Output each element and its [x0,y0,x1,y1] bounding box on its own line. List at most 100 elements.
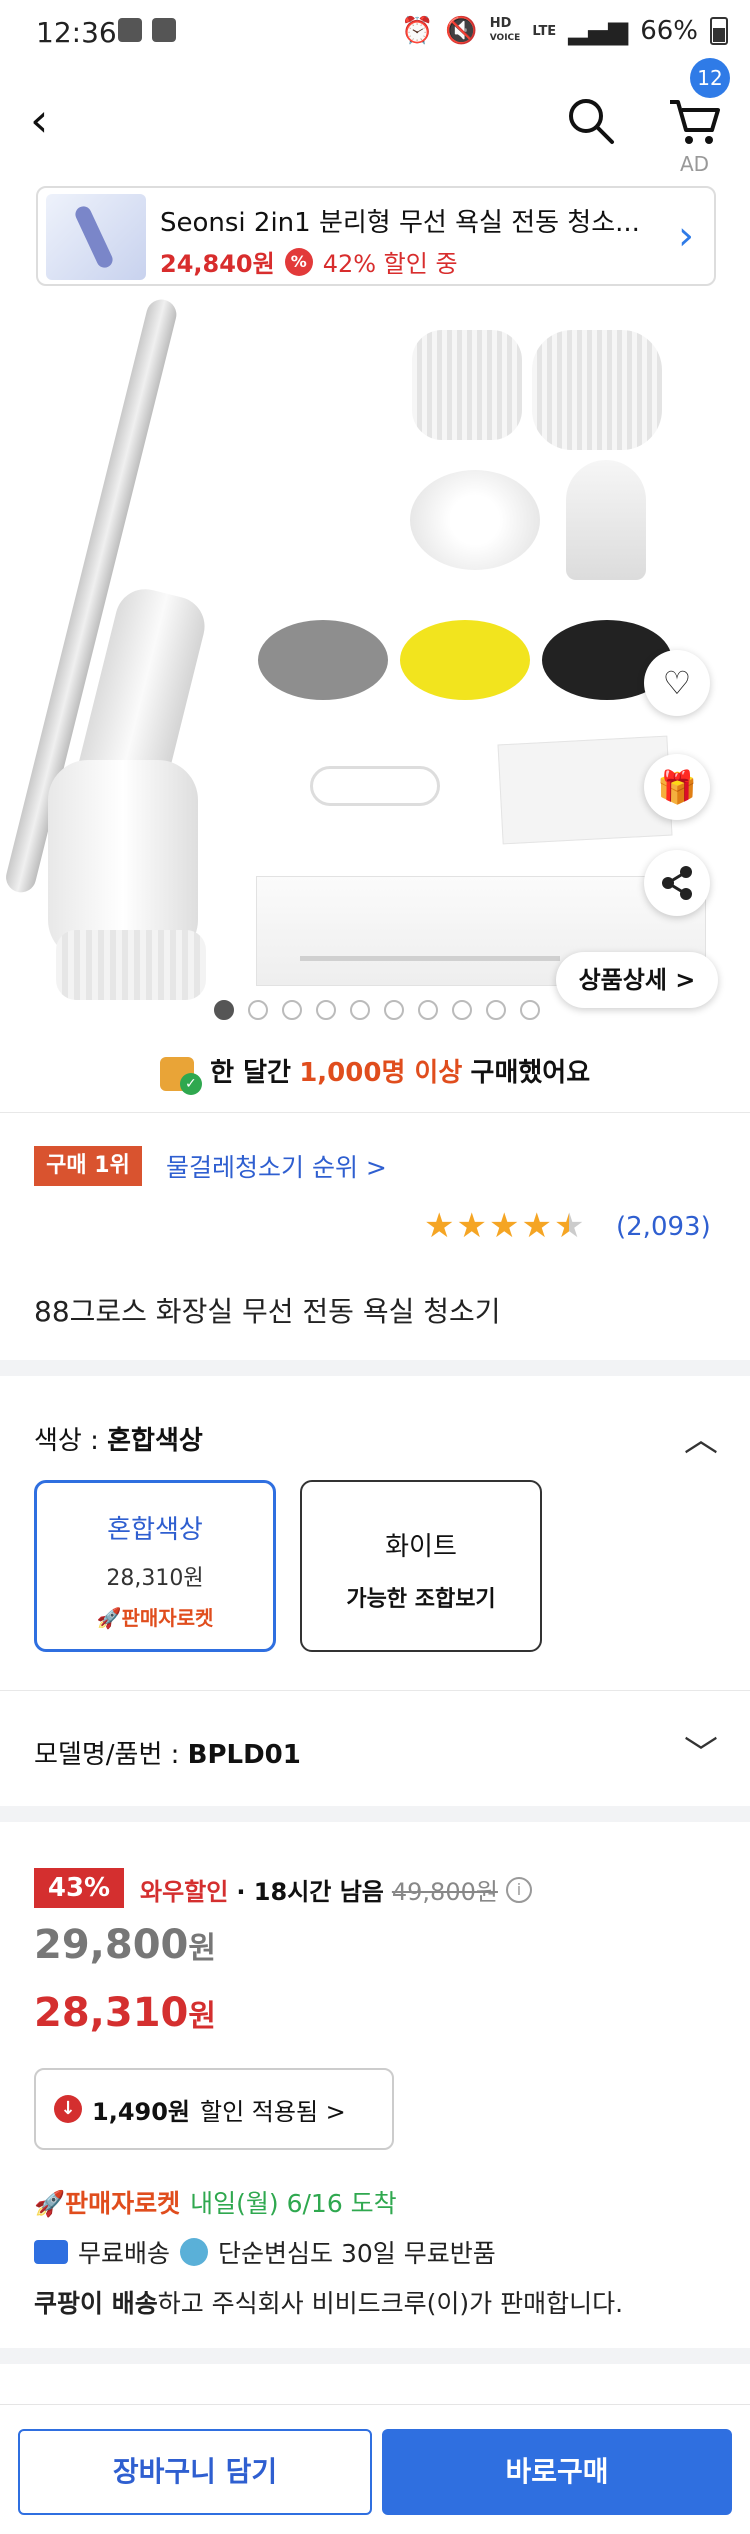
pagination-dot[interactable] [520,1000,540,1020]
search-icon[interactable] [564,94,618,148]
divider [0,1690,750,1691]
color-option-header[interactable]: 색상 : 혼합색상 [34,1420,203,1457]
back-chevron-icon[interactable]: ‹ [30,92,74,148]
pagination-dot[interactable] [452,1000,472,1020]
arrival-date: 내일(월) 6/16 도착 [190,2189,397,2218]
discount-percent-icon: % [284,247,313,276]
review-count[interactable]: (2,093) [616,1212,711,1242]
accessory-extension-rod [300,956,560,961]
model-label: 모델명/품번 : [34,1740,180,1770]
category-rank-link[interactable]: 물걸레청소기 순위 > [166,1148,387,1184]
buy-now-button[interactable]: 바로구매 [382,2429,732,2515]
section-divider [0,2348,750,2364]
option-price: 28,310원 [106,1566,204,1591]
star-icon: ★ [424,1206,455,1246]
app-notification-icon [152,18,176,42]
pagination-dot[interactable] [486,1000,506,1020]
return-icon [180,2238,209,2266]
accessory-brush-dome [532,330,662,450]
coupon-amount: 1,490원 [92,2097,190,2126]
section-divider [0,1360,750,1376]
option-name: 화이트 [385,1532,457,1562]
rating-stars[interactable]: ★ ★ ★ ★ ★ [424,1206,584,1246]
ad-product-image [46,194,146,280]
final-price-unit: 원 [188,1999,216,2034]
pagination-dot[interactable] [418,1000,438,1020]
pagination-dot[interactable] [316,1000,336,1020]
option-name: 혼합색상 [107,1515,203,1545]
accessory-brush-cone [566,460,646,580]
product-detail-button[interactable]: 상품상세 > [556,952,718,1008]
lte-icon: LTE [532,23,557,39]
accessory-pad-gray [258,620,388,700]
seller-rocket-label: 🚀판매자로켓 [34,2189,181,2218]
chevron-down-icon[interactable]: ﹀ [684,1726,718,1775]
option-card-mixed[interactable]: 혼합색상 28,310원 🚀판매자로켓 [34,1480,276,1652]
buyers-notice: 한 달간 1,000명 이상 구매했어요 [0,1052,750,1095]
top-header: ‹ [0,70,750,170]
status-bar: 12:36 ⏰ 🔇 HD VOICE LTE ▂▄▆ 66% [0,0,750,70]
seller-rest: 하고 주식회사 비비드크루(이)가 판매합니다. [157,2289,624,2318]
final-price: 28,310원 [34,1990,216,2036]
ad-title: Seonsi 2in1 분리형 무선 욕실 전동 청소... [160,208,640,238]
accessory-brush-flat [412,330,522,440]
status-right: ⏰ 🔇 HD VOICE LTE ▂▄▆ 66% [401,16,728,46]
ad-label: AD [680,152,710,176]
star-icon: ★ [521,1206,552,1246]
share-icon[interactable] [644,850,710,916]
gallery-pagination [214,1000,540,1020]
info-icon[interactable]: i [505,1876,532,1903]
sale-price: 29,800원 [34,1922,216,1968]
battery-percent: 66% [640,16,698,46]
wow-discount-row: 와우할인 · 18시간 남음 49,800원 i [140,1872,532,1907]
notification-icons [118,18,176,42]
coupon-down-arrow-icon: ↓ [54,2095,82,2123]
option-card-white[interactable]: 화이트 가능한 조합보기 [300,1480,542,1652]
truck-icon [34,2240,68,2264]
gift-icon[interactable]: 🎁 [644,754,710,820]
delivery-eta-row: 🚀판매자로켓 내일(월) 6/16 도착 [34,2184,397,2220]
buyers-prefix: 한 달간 [210,1058,291,1088]
pagination-dot[interactable] [214,1000,234,1020]
battery-icon [710,17,728,45]
option-combo-link: 가능한 조합보기 [346,1587,496,1612]
cart-icon[interactable] [664,90,724,150]
section-divider [0,1806,750,1822]
half-star-icon: ★ [553,1206,585,1246]
pagination-dot[interactable] [350,1000,370,1020]
free-return: 단순변심도 30일 무료반품 [218,2239,496,2268]
share-glyph [662,866,692,900]
star-icon: ★ [456,1206,487,1246]
cart-count-badge: 12 [690,58,730,98]
pagination-dot[interactable] [384,1000,404,1020]
bottom-action-bar: 장바구니 담기 바로구매 [0,2404,750,2534]
voice-label: VOICE [489,33,521,43]
add-to-cart-button[interactable]: 장바구니 담기 [18,2429,372,2515]
product-image-gallery[interactable] [0,290,750,1030]
ad-discount: 42% 할인 중 [322,250,458,278]
coupon-text: 할인 적용됨 > [200,2097,346,2126]
hd-label: HD [489,16,512,31]
rank-badge: 구매 1위 [34,1146,142,1186]
accessory-pad-yellow [400,620,530,700]
chevron-right-icon: › [678,213,694,259]
accessory-brush-round [410,470,540,570]
chevron-up-icon[interactable]: ︿ [684,1412,718,1461]
accessory-cable [310,766,440,806]
product-image-brush [56,930,206,1000]
coupon-applied-button[interactable]: ↓ 1,490원 할인 적용됨 > [34,2068,394,2150]
model-number-row[interactable]: 모델명/품번 : BPLD01 [34,1734,301,1771]
seller-bold: 쿠팡이 배송 [34,2289,158,2318]
mute-icon: 🔇 [445,16,478,46]
seller-rocket-badge: 🚀판매자로켓 [96,1606,214,1630]
pagination-dot[interactable] [248,1000,268,1020]
color-option-value: 혼합색상 [107,1426,203,1456]
pagination-dot[interactable] [282,1000,302,1020]
shopping-bag-icon [159,1056,202,1095]
shipping-info-row: 무료배송 단순변심도 30일 무료반품 [34,2234,496,2270]
hd-voice-icon: HD VOICE [490,17,521,45]
signal-icon: ▂▄▆ [568,16,629,46]
ad-banner[interactable]: Seonsi 2in1 분리형 무선 욕실 전동 청소... 24,840원 %… [36,186,716,286]
sale-price-unit: 원 [188,1931,216,1966]
heart-icon[interactable]: ♡ [644,650,710,716]
